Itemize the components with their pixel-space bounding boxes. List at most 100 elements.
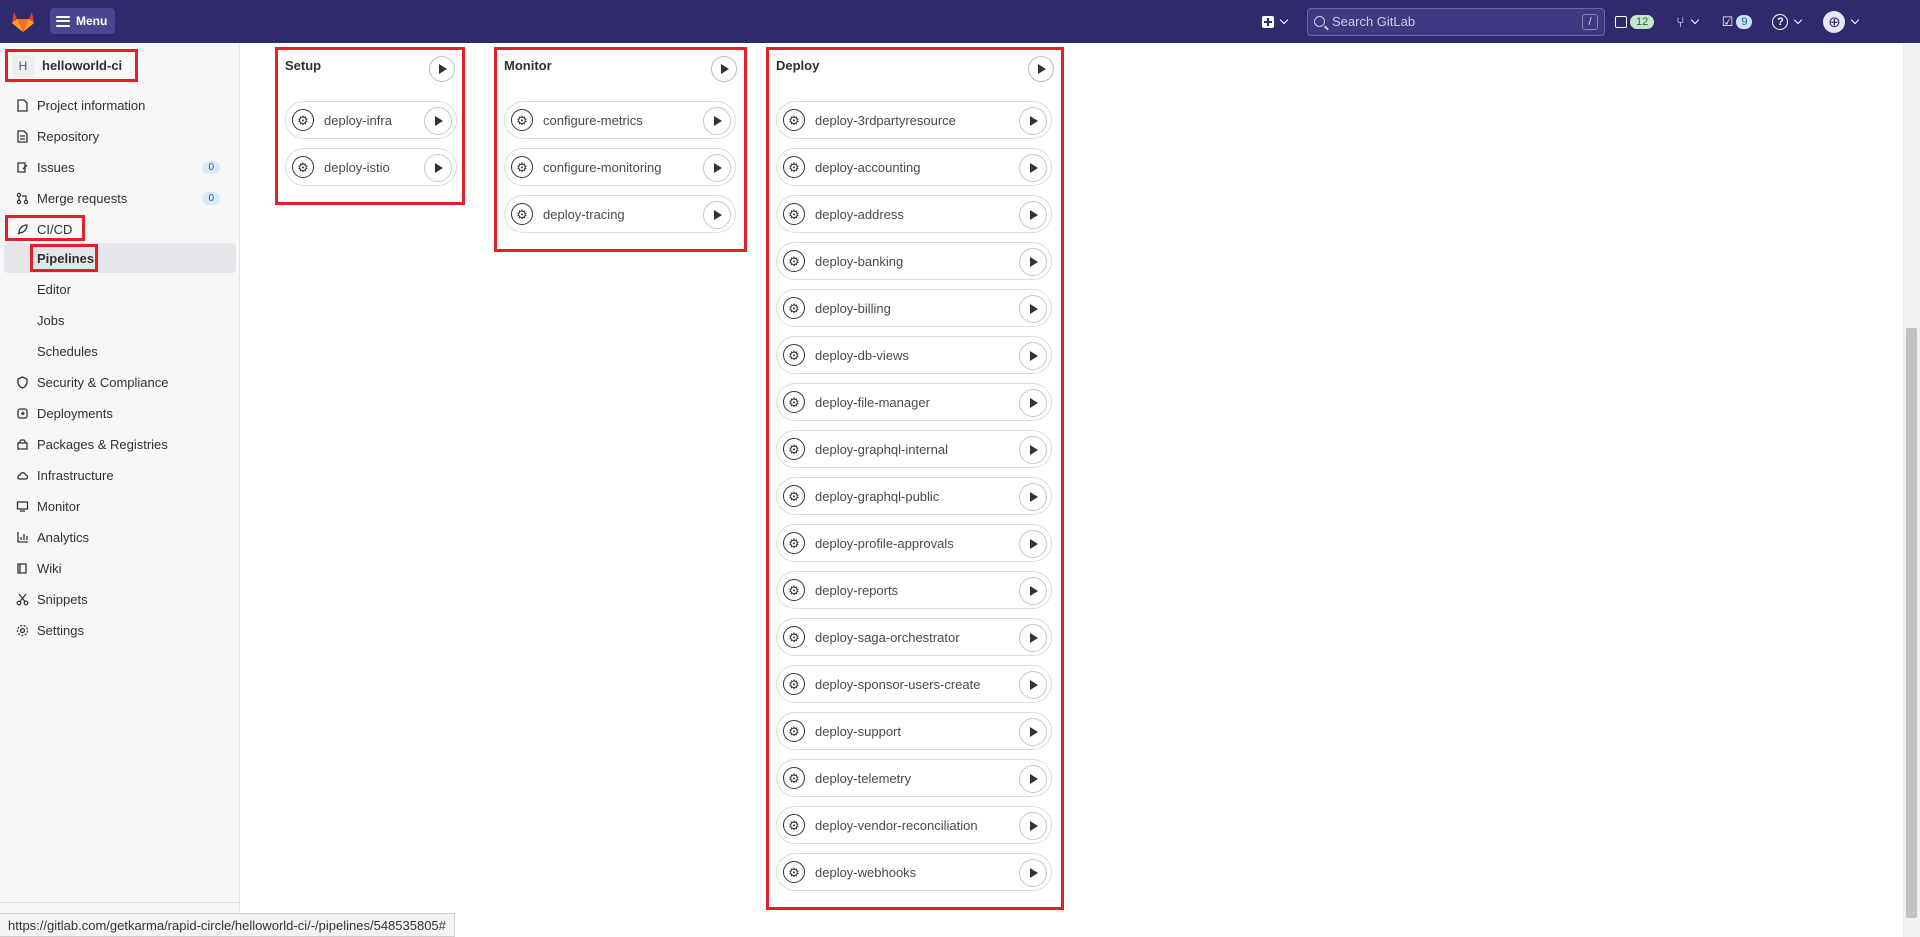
job-play-button[interactable] xyxy=(1019,389,1047,417)
sidebar-item-label: Repository xyxy=(37,128,100,144)
sidebar-item-analytics[interactable]: Analytics xyxy=(0,522,236,552)
sidebar-item-issues[interactable]: Issues 0 xyxy=(0,152,236,182)
issues-button[interactable]: 12 xyxy=(1615,14,1655,29)
sidebar-item-label: Analytics xyxy=(37,529,90,545)
job-play-button[interactable] xyxy=(1019,718,1047,746)
job-play-button[interactable] xyxy=(1019,436,1047,464)
play-icon xyxy=(1030,398,1038,408)
job-play-button[interactable] xyxy=(703,154,731,182)
stage-play-all-button[interactable] xyxy=(711,56,737,82)
project-name: helloworld-ci xyxy=(42,58,123,73)
job-item[interactable]: ⚙ deploy-sponsor-users-create xyxy=(776,665,1052,703)
job-play-button[interactable] xyxy=(1019,154,1047,182)
sidebar-item-snippets[interactable]: Snippets xyxy=(0,584,236,614)
sidebar-subitem-pipelines[interactable]: Pipelines xyxy=(4,243,236,273)
page-scrollbar[interactable] xyxy=(1903,43,1920,937)
job-play-button[interactable] xyxy=(1019,295,1047,323)
job-item[interactable]: ⚙ deploy-tracing xyxy=(504,195,736,233)
sidebar-subitem-jobs[interactable]: Jobs xyxy=(0,305,236,335)
job-name: deploy-infra xyxy=(324,112,392,128)
job-play-button[interactable] xyxy=(1019,483,1047,511)
menu-button[interactable]: Menu xyxy=(50,8,116,34)
job-play-button[interactable] xyxy=(1019,812,1047,840)
sidebar-item-settings[interactable]: Settings xyxy=(0,615,236,645)
gitlab-logo-icon[interactable] xyxy=(10,8,36,34)
help-dropdown[interactable]: ? xyxy=(1772,13,1803,30)
job-item[interactable]: ⚙ deploy-db-views xyxy=(776,336,1052,374)
job-play-button[interactable] xyxy=(703,107,731,135)
job-item[interactable]: ⚙ deploy-istio xyxy=(285,148,457,186)
job-play-button[interactable] xyxy=(1019,671,1047,699)
job-item[interactable]: ⚙ configure-monitoring xyxy=(504,148,736,186)
job-item[interactable]: ⚙ deploy-vendor-reconciliation xyxy=(776,806,1052,844)
job-play-button[interactable] xyxy=(424,107,452,135)
play-icon xyxy=(1030,821,1038,831)
job-item[interactable]: ⚙ deploy-accounting xyxy=(776,148,1052,186)
job-name: deploy-saga-orchestrator xyxy=(815,629,960,645)
sidebar-item-cicd[interactable]: CI/CD xyxy=(0,214,236,244)
job-item[interactable]: ⚙ deploy-address xyxy=(776,195,1052,233)
search-placeholder: Search GitLab xyxy=(1332,14,1416,29)
sidebar-item-monitor[interactable]: Monitor xyxy=(0,491,236,521)
job-item[interactable]: ⚙ deploy-infra xyxy=(285,101,457,139)
sidebar-item-infrastructure[interactable]: Infrastructure xyxy=(0,460,236,490)
user-menu-dropdown[interactable]: ⊕ xyxy=(1823,10,1860,33)
sidebar-item-repository[interactable]: Repository xyxy=(0,121,236,151)
job-play-button[interactable] xyxy=(703,201,731,229)
new-dropdown[interactable] xyxy=(1262,15,1289,28)
job-status-manual-icon: ⚙ xyxy=(783,626,805,648)
job-play-button[interactable] xyxy=(1019,530,1047,558)
job-item[interactable]: ⚙ deploy-3rdpartyresource xyxy=(776,101,1052,139)
sidebar-item-project-information[interactable]: Project information xyxy=(0,90,236,120)
hamburger-icon xyxy=(56,15,70,27)
job-play-button[interactable] xyxy=(1019,859,1047,887)
job-name: deploy-vendor-reconciliation xyxy=(815,817,978,833)
job-item[interactable]: ⚙ deploy-support xyxy=(776,712,1052,750)
sidebar-subitem-schedules[interactable]: Schedules xyxy=(0,336,236,366)
play-icon xyxy=(721,64,729,74)
job-item[interactable]: ⚙ configure-metrics xyxy=(504,101,736,139)
job-item[interactable]: ⚙ deploy-graphql-public xyxy=(776,477,1052,515)
top-navbar: Menu Search GitLab / 12 ⑂ ☑ 9 ? ⊕ xyxy=(0,0,1920,43)
job-play-button[interactable] xyxy=(1019,342,1047,370)
sidebar-item-deployments[interactable]: Deployments xyxy=(0,398,236,428)
sidebar-item-merge-requests[interactable]: Merge requests 0 xyxy=(0,183,236,213)
job-play-button[interactable] xyxy=(1019,107,1047,135)
job-item[interactable]: ⚙ deploy-profile-approvals xyxy=(776,524,1052,562)
job-play-button[interactable] xyxy=(1019,248,1047,276)
stage-play-all-button[interactable] xyxy=(429,56,455,82)
job-play-button[interactable] xyxy=(1019,201,1047,229)
job-name: deploy-sponsor-users-create xyxy=(815,676,981,692)
sidebar-item-label: Packages & Registries xyxy=(37,436,168,452)
job-name: deploy-file-manager xyxy=(815,394,930,410)
job-item[interactable]: ⚙ deploy-webhooks xyxy=(776,853,1052,891)
job-name: deploy-profile-approvals xyxy=(815,535,954,551)
job-item[interactable]: ⚙ deploy-telemetry xyxy=(776,759,1052,797)
chevron-down-icon xyxy=(1690,15,1699,24)
job-item[interactable]: ⚙ deploy-billing xyxy=(776,289,1052,327)
search-input[interactable]: Search GitLab / xyxy=(1307,7,1605,36)
project-header[interactable]: H helloworld-ci xyxy=(6,49,130,82)
job-item[interactable]: ⚙ deploy-reports xyxy=(776,571,1052,609)
job-item[interactable]: ⚙ deploy-saga-orchestrator xyxy=(776,618,1052,656)
job-item[interactable]: ⚙ deploy-file-manager xyxy=(776,383,1052,421)
merge-requests-dropdown[interactable]: ⑂ xyxy=(1676,14,1699,30)
sidebar-item-packages-registries[interactable]: Packages & Registries xyxy=(0,429,236,459)
job-item[interactable]: ⚙ deploy-banking xyxy=(776,242,1052,280)
job-play-button[interactable] xyxy=(1019,624,1047,652)
job-item[interactable]: ⚙ deploy-graphql-internal xyxy=(776,430,1052,468)
scrollbar-thumb[interactable] xyxy=(1906,328,1917,918)
job-status-manual-icon: ⚙ xyxy=(783,391,805,413)
job-status-manual-icon: ⚙ xyxy=(783,720,805,742)
job-play-button[interactable] xyxy=(1019,577,1047,605)
play-icon xyxy=(1030,868,1038,878)
sidebar-item-security-compliance[interactable]: Security & Compliance xyxy=(0,367,236,397)
stage-play-all-button[interactable] xyxy=(1028,56,1054,82)
sidebar-item-wiki[interactable]: Wiki xyxy=(0,553,236,583)
todos-button[interactable]: ☑ 9 xyxy=(1722,14,1753,30)
job-play-button[interactable] xyxy=(424,154,452,182)
pipeline-graph: Setup ⚙ deploy-infra ⚙ deploy-istio Monitor ⚙ c… xyxy=(256,43,1882,913)
job-play-button[interactable] xyxy=(1019,765,1047,793)
stage-setup: Setup ⚙ deploy-infra ⚙ deploy-istio xyxy=(275,47,465,205)
sidebar-subitem-editor[interactable]: Editor xyxy=(0,274,236,304)
